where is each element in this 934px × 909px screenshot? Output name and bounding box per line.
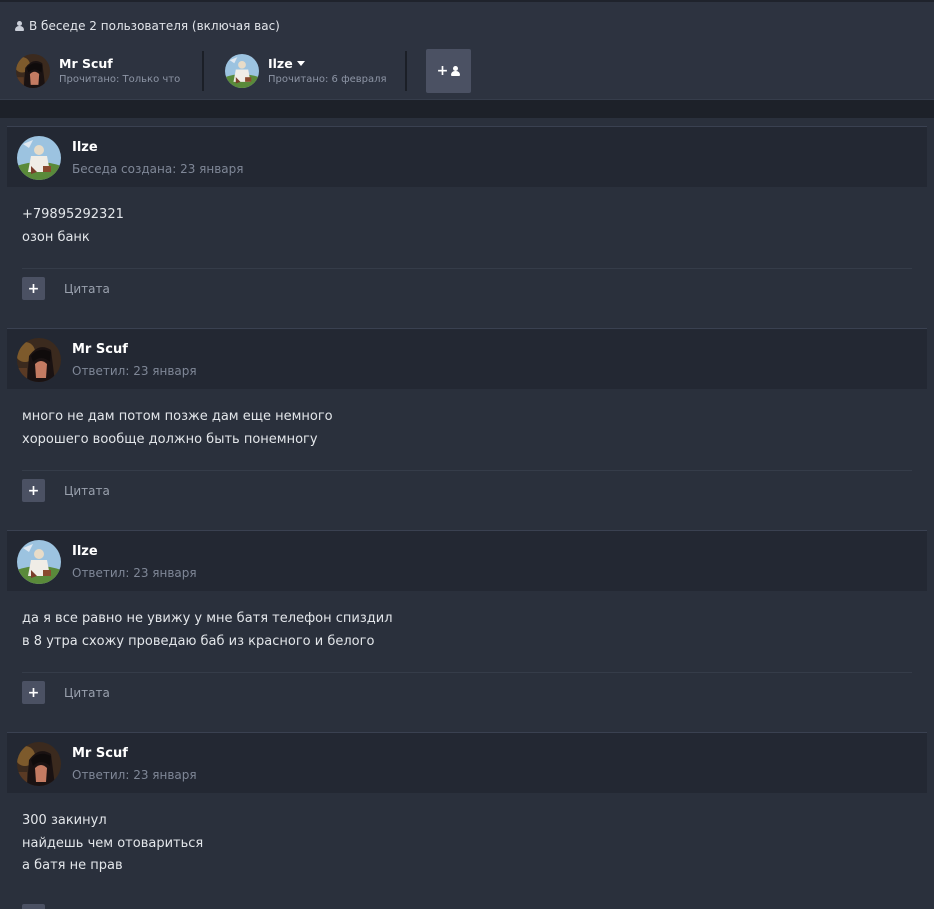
message-line: хорошего вообще должно быть понемногу [22,431,318,447]
avatar-landscape-icon[interactable] [225,54,259,88]
participant-read-status: Прочитано: 6 февраля [268,73,387,85]
message: Mr Scuf Ответил: 23 января 300 закинул н… [7,732,927,909]
participant-name-row[interactable]: Ilze [268,56,387,71]
message-author[interactable]: Mr Scuf [72,342,128,357]
participant-read-status: Прочитано: Только что [59,73,181,85]
participants-count: В беседе 2 пользователя (включая вас) [15,18,280,34]
message-line: +79895292321 [22,207,124,222]
quote-plus-button[interactable]: + [22,277,45,300]
message-line: найдешь чем отовариться [22,835,204,851]
user-icon [15,21,24,31]
plus-icon: + [436,63,449,79]
quote-link[interactable]: Цитата [64,282,110,296]
add-participant-button[interactable]: + [426,49,471,93]
message-line: в 8 утра схожу проведаю баб из красного … [22,633,375,649]
avatar-dark-hair-icon[interactable] [17,742,61,786]
message-meta: Ответил: 23 января [72,768,197,782]
message: Ilze Ответил: 23 января да я все равно н… [7,530,927,713]
message-body: да я все равно не увижу у мне батя телеф… [7,591,927,672]
message-footer: + Цитата [7,673,927,713]
message-line: много не дам потом позже дам еще немного [22,409,333,424]
quote-plus-button[interactable]: + [22,681,45,704]
avatar-dark-hair-icon[interactable] [17,338,61,382]
quote-link[interactable]: Цитата [64,484,110,498]
participant-name[interactable]: Ilze [268,56,293,71]
message-header: Ilze Беседа создана: 23 января [7,127,927,187]
message-author[interactable]: Mr Scuf [72,746,128,761]
message: Mr Scuf Ответил: 23 января много не дам … [7,328,927,511]
message-header: Mr Scuf Ответил: 23 января [7,329,927,389]
divider [405,51,407,91]
message-meta: Ответил: 23 января [72,566,197,580]
add-user-icon [451,66,461,76]
message-meta: Беседа создана: 23 января [72,162,244,176]
message-line: да я все равно не увижу у мне батя телеф… [22,611,393,626]
quote-link[interactable]: Цитата [64,686,110,700]
message-author[interactable]: Ilze [72,544,98,559]
message-header: Mr Scuf Ответил: 23 января [7,733,927,793]
message-line: а батя не прав [22,858,123,873]
message-body: 300 закинул найдешь чем отовариться а ба… [7,793,927,903]
quote-plus-button[interactable]: + [22,479,45,502]
message-header: Ilze Ответил: 23 января [7,531,927,591]
section-divider [0,100,934,118]
message-footer: + Цитата [7,269,927,309]
participant-name[interactable]: Mr Scuf [59,56,180,71]
participants-panel: В беседе 2 пользователя (включая вас) Mr… [0,2,934,100]
message-author[interactable]: Ilze [72,140,98,155]
participant-mr-scuf[interactable]: Mr Scuf Прочитано: Только что [16,53,180,89]
message-body: +79895292321 озон банк [7,187,927,268]
participant-ilze[interactable]: Ilze Прочитано: 6 февраля [225,53,387,89]
chevron-down-icon[interactable] [296,60,305,66]
message: Ilze Беседа создана: 23 января +79895292… [7,126,927,309]
message-footer: + Цитата [7,471,927,511]
divider [202,51,204,91]
message-footer: + [7,903,927,909]
message-line: озон банк [22,229,90,245]
quote-plus-button[interactable]: + [22,904,45,909]
participants-count-text: В беседе 2 пользователя (включая вас) [29,19,280,33]
avatar-landscape-icon[interactable] [17,540,61,584]
avatar-dark-hair-icon[interactable] [16,54,50,88]
message-body: много не дам потом позже дам еще немного… [7,389,927,470]
avatar-landscape-icon[interactable] [17,136,61,180]
message-line: 300 закинул [22,813,107,828]
message-meta: Ответил: 23 января [72,364,197,378]
